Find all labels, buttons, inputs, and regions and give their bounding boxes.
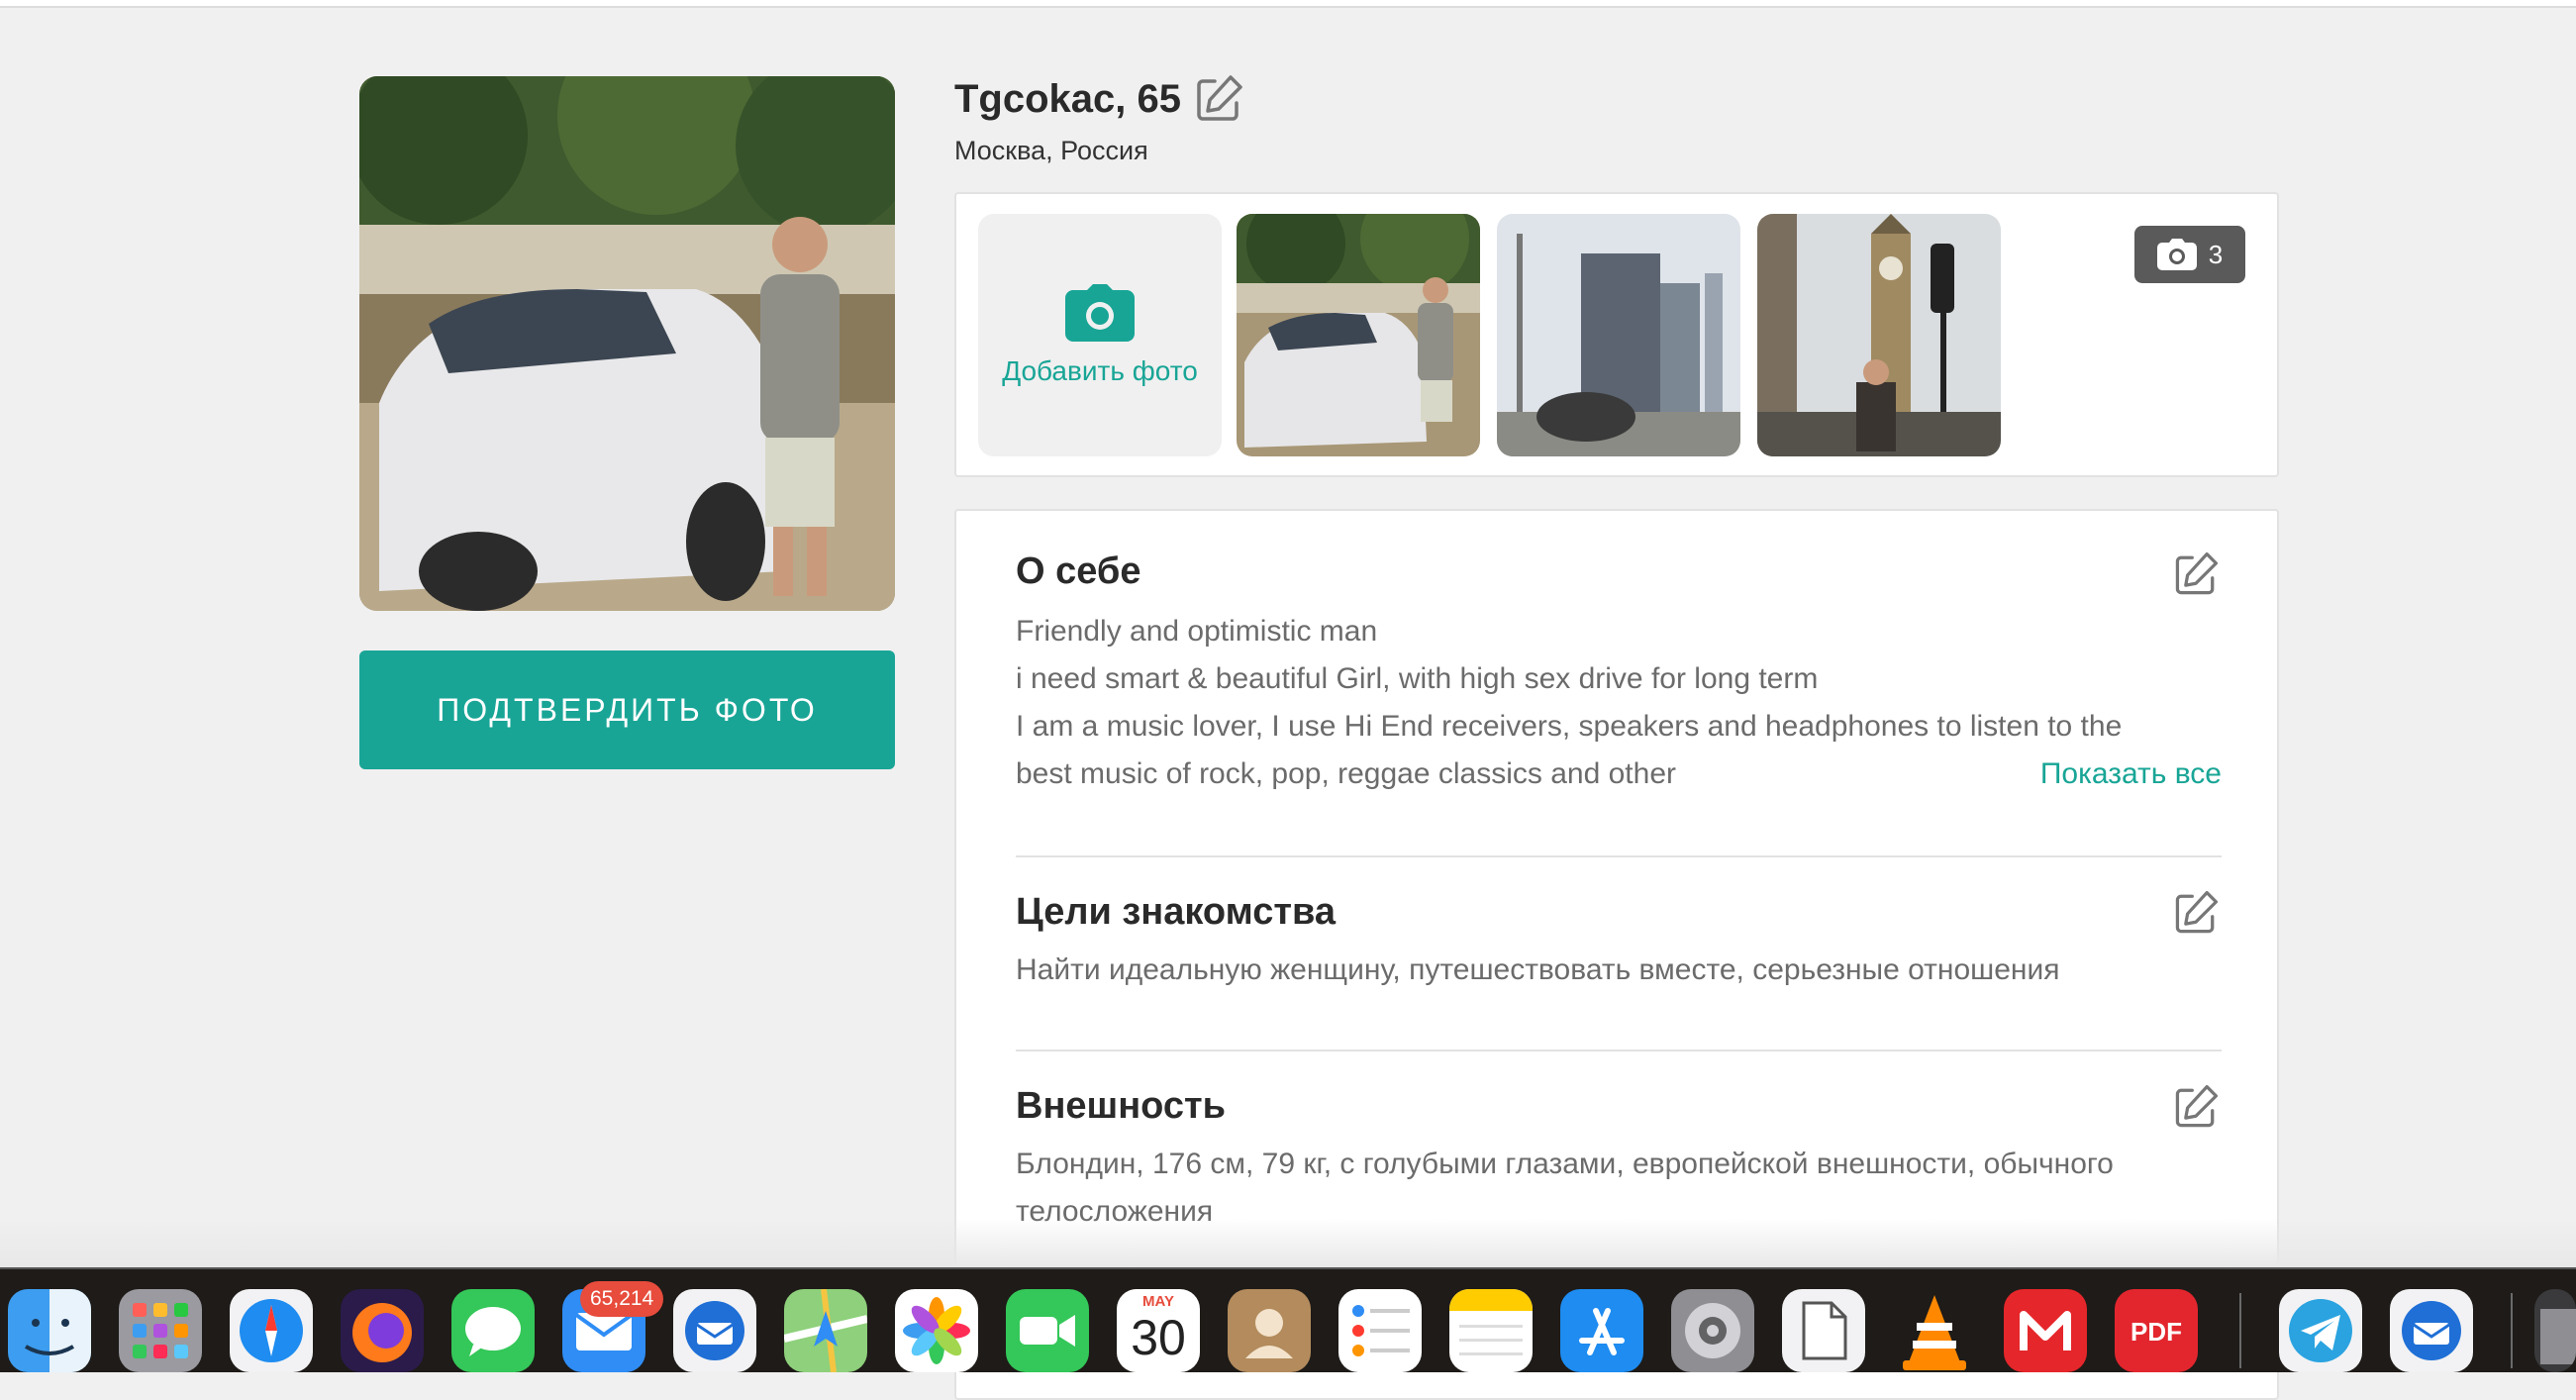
add-photo-label: Добавить фото	[1002, 354, 1198, 386]
dock-separator	[2511, 1293, 2513, 1368]
firefox-icon[interactable]	[341, 1289, 424, 1372]
appearance-line: Блондин, 176 см, 79 кг, с голубыми глаза…	[1016, 1148, 2114, 1180]
edit-about-icon[interactable]	[2170, 549, 2222, 600]
pdf-expert-icon[interactable]: PDF	[2115, 1289, 2198, 1372]
goals-title: Цели знакомства	[1016, 891, 1336, 933]
goals-section: Цели знакомства Найти идеальную женщину,…	[1016, 890, 2222, 986]
goals-text: Найти идеальную женщину, путешествовать …	[1016, 953, 2060, 986]
thunderbird-icon[interactable]	[673, 1289, 756, 1372]
photo-count-badge: 3	[2134, 226, 2245, 283]
pdf-label: PDF	[2130, 1317, 2182, 1347]
profile-avatar-photo[interactable]	[359, 76, 895, 611]
photo-thumbnail[interactable]	[1757, 214, 2001, 456]
edit-goals-icon[interactable]	[2170, 887, 2222, 939]
maps-icon[interactable]	[784, 1289, 867, 1372]
about-title: О себе	[1016, 550, 1141, 592]
photo-count-value: 3	[2208, 239, 2224, 269]
macos-dock: 65,214 MAY 30 PDF	[0, 1267, 2576, 1372]
show-all-link[interactable]: Показать все	[2040, 750, 2222, 798]
safari-icon[interactable]	[230, 1289, 313, 1372]
photo-thumbnail[interactable]	[1237, 214, 1480, 456]
app-store-icon[interactable]	[1560, 1289, 1643, 1372]
finder-icon[interactable]	[8, 1289, 91, 1372]
confirm-photo-button[interactable]: ПОДТВЕРДИТЬ ФОТО	[359, 650, 895, 769]
calendar-month: MAY	[1142, 1293, 1174, 1310]
profile-location: Москва, Россия	[954, 136, 1148, 165]
trash-icon[interactable]	[2534, 1289, 2576, 1372]
add-photo-button[interactable]: Добавить фото	[978, 214, 1222, 456]
section-divider	[1016, 855, 2222, 857]
mail-unread-badge: 65,214	[580, 1281, 664, 1317]
section-divider	[1016, 1050, 2222, 1051]
telegram-icon[interactable]	[2279, 1289, 2362, 1372]
about-section: О себе Friendly and optimistic man i nee…	[1016, 550, 2222, 790]
photos-icon[interactable]	[895, 1289, 978, 1372]
notes-icon[interactable]	[1449, 1289, 1533, 1372]
preview-icon[interactable]	[1782, 1289, 1865, 1372]
about-line: Friendly and optimistic man	[1016, 615, 1378, 648]
camera-icon	[1065, 283, 1135, 342]
about-line: i need smart & beautiful Girl, with high…	[1016, 662, 1819, 695]
profile-name-age: Tgcokac, 65	[954, 76, 1182, 121]
reminders-icon[interactable]	[1338, 1289, 1422, 1372]
mail-ru-icon[interactable]	[2004, 1289, 2087, 1372]
profile-header: Tgcokac, 65	[954, 71, 1246, 127]
contacts-icon[interactable]	[1228, 1289, 1311, 1372]
viewport-fade	[0, 1218, 2576, 1267]
edit-name-icon[interactable]	[1191, 71, 1246, 127]
photo-gallery-card: Добавить фото 3	[954, 192, 2279, 477]
thunderbird-icon[interactable]	[2390, 1289, 2473, 1372]
launchpad-icon[interactable]	[119, 1289, 202, 1372]
facetime-icon[interactable]	[1006, 1289, 1089, 1372]
appearance-section: Внешность Блондин, 176 см, 79 кг, с голу…	[1016, 1084, 2222, 1228]
about-line: I am a music lover, I use Hi End receive…	[1016, 710, 2123, 743]
camera-icon	[2156, 239, 2197, 270]
calendar-icon[interactable]: MAY 30	[1117, 1289, 1200, 1372]
appearance-title: Внешность	[1016, 1085, 1226, 1127]
calendar-day: 30	[1131, 1310, 1186, 1365]
system-settings-icon[interactable]	[1671, 1289, 1754, 1372]
photo-thumbnail[interactable]	[1497, 214, 1740, 456]
edit-appearance-icon[interactable]	[2170, 1081, 2222, 1133]
messages-icon[interactable]	[451, 1289, 535, 1372]
vlc-icon[interactable]	[1893, 1289, 1976, 1372]
dock-separator	[2239, 1293, 2241, 1368]
browser-top-edge	[0, 0, 2576, 8]
